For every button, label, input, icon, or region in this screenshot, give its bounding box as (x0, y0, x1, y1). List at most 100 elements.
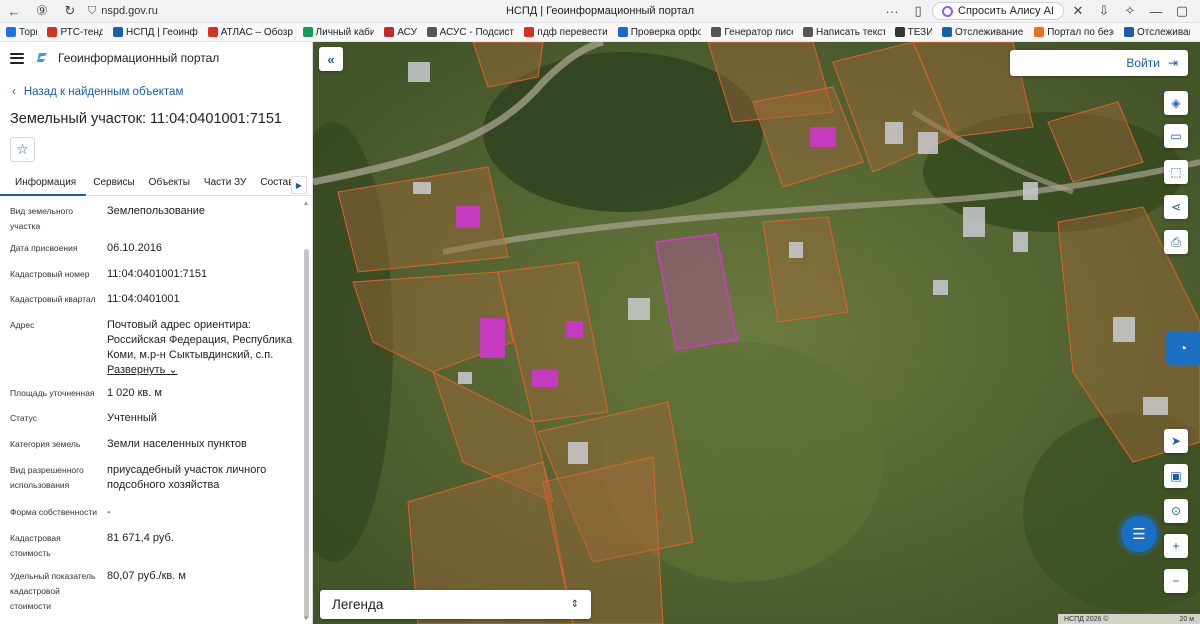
assistant-tab[interactable]: ◔ (1165, 331, 1200, 365)
info-panel: Геоинформационный портал ‹ Назад к найде… (0, 42, 313, 624)
back-arrow-icon[interactable]: ← (0, 0, 28, 23)
scroll-down-icon[interactable]: ▼ (303, 616, 309, 622)
more-icon[interactable]: ··· (880, 0, 904, 23)
bookmark-item[interactable]: АТЛАС – Обозрев... (207, 27, 293, 38)
double-chevron-left-icon: « (327, 51, 335, 67)
attribute-label: Дата присвоения (10, 243, 78, 253)
bookmarks-bar: Торги РТС-тендер НСПД | Геоинфор... АТЛАС –… (0, 23, 1200, 42)
bookmark-item[interactable]: РТС-тендер (47, 27, 103, 38)
minus-icon: − (1172, 574, 1180, 588)
alice-button[interactable]: Спросить Алису AI (932, 2, 1064, 20)
location-pin-icon: ⊙ (1170, 504, 1182, 518)
attribute-value: 11:04:0401001 (107, 293, 180, 305)
page-title: Земельный участок: 11:04:0401001:7151 (10, 111, 282, 127)
bookmark-item[interactable]: Отслеживание (1124, 27, 1190, 38)
bookmark-favicon-icon (894, 27, 905, 37)
bookmark-favicon-icon (384, 27, 395, 37)
attribute-label: Кадастровый номер (10, 269, 90, 279)
puzzle-icon[interactable]: ✧ (1118, 0, 1142, 23)
map-view[interactable]: « Войти ⇥ ◈ ▭ ⬚ ⋖ ⎙ ◔ ➤ ▣ ⊙ + − ☰ Легенд… (313, 42, 1200, 624)
bookmark-item[interactable]: Генератор писем... (711, 27, 793, 38)
basemap-button[interactable]: ▣ (1164, 464, 1188, 488)
maximize-icon[interactable]: ▢ (1170, 0, 1194, 23)
chevron-updown-icon: ⇕ (570, 599, 579, 610)
panel-scrollbar[interactable]: ▲ ▼ (302, 199, 311, 624)
legend-dropdown[interactable]: Легенда ⇕ (320, 590, 591, 619)
bookmark-label: Генератор писем... (724, 26, 793, 38)
tab-objects[interactable]: Объекты (142, 174, 197, 196)
tab-info[interactable]: Информация (0, 174, 87, 196)
chevron-left-icon: ‹ (12, 86, 16, 98)
tab-services[interactable]: Сервисы (86, 174, 141, 196)
bookmark-item[interactable]: НСПД | Геоинфор... (113, 27, 198, 38)
zoom-in-button[interactable]: + (1164, 534, 1188, 558)
layers-button[interactable]: ◈ (1164, 91, 1188, 115)
address-bar[interactable]: ⛉ nspd.gov.ru (88, 5, 388, 18)
location-pin-button[interactable]: ⊙ (1164, 499, 1188, 523)
bookmark-item[interactable]: Портал по безоп... (1034, 27, 1114, 38)
bookmark-item[interactable]: АСУС (384, 27, 417, 38)
address-text: nspd.gov.ru (101, 5, 158, 17)
minimize-icon[interactable]: — (1144, 0, 1168, 23)
attribute-label: Кадастровая стоимость (10, 533, 61, 558)
expand-link[interactable]: Развернуть ⌄ (107, 363, 299, 378)
expand-link-label: Развернуть (107, 364, 166, 376)
extension-icon[interactable]: ✕ (1066, 0, 1090, 23)
bookmark-favicon-icon (942, 27, 953, 37)
collapse-panel-button[interactable]: « (319, 47, 343, 71)
attribute-label: Кадастровый квартал (10, 294, 96, 304)
attribute-value: 06.10.2016 (107, 242, 163, 254)
back-link[interactable]: ‹ Назад к найденным объектам (12, 86, 183, 98)
bookmark-label: РТС-тендер (60, 26, 103, 38)
bookmark-item[interactable]: Отслеживание от... (942, 27, 1024, 38)
star-icon: ☆ (16, 141, 29, 157)
download-icon[interactable]: ⇩ (1092, 0, 1116, 23)
tab-parts[interactable]: Части ЗУ (197, 174, 253, 196)
login-button[interactable]: Войти ⇥ (1010, 50, 1188, 76)
bookmark-label: АСУС - Подсистем... (439, 26, 515, 38)
select-area-button[interactable]: ⬚ (1164, 160, 1188, 184)
yandex-icon[interactable]: ⑨ (28, 0, 56, 23)
chat-button[interactable]: ☰ (1121, 516, 1157, 552)
bookmark-item[interactable]: ТЕЗИС (894, 27, 932, 38)
bookmark-item[interactable]: Проверка орфогр... (617, 27, 701, 38)
geolocation-button[interactable]: ➤ (1164, 429, 1188, 453)
navigation-arrow-icon: ➤ (1170, 434, 1182, 448)
satellite-map[interactable] (313, 42, 1200, 624)
back-link-label: Назад к найденным объектам (23, 86, 184, 98)
alice-label: Спросить Алису AI (958, 5, 1054, 17)
scroll-up-icon[interactable]: ▲ (303, 201, 309, 207)
ruler-button[interactable]: ▭ (1164, 124, 1188, 148)
reload-icon[interactable]: ↻ (56, 0, 84, 23)
zoom-out-button[interactable]: − (1164, 569, 1188, 593)
share-button[interactable]: ⋖ (1164, 195, 1188, 219)
print-button[interactable]: ⎙ (1164, 230, 1188, 254)
map-attribution: НСПД 2026 © 20 м (1058, 614, 1200, 624)
alice-icon (942, 5, 954, 17)
bookmark-label: Отслеживание (1137, 26, 1190, 38)
attribute-label: Удельный показатель кадастровой стоимост… (10, 571, 96, 611)
bookmark-icon[interactable]: ▯ (906, 0, 930, 23)
bookmark-item[interactable]: Написать текст о... (803, 27, 885, 38)
bookmark-item[interactable]: Торги (6, 27, 37, 38)
bookmark-favicon-icon (426, 27, 437, 37)
bookmark-favicon-icon (1034, 27, 1045, 37)
bookmark-favicon-icon (617, 27, 628, 37)
bookmark-item[interactable]: Личный кабинет (302, 27, 374, 38)
attribute-label: Вид разрешенного использования (10, 465, 84, 490)
bookmark-item[interactable]: АСУС - Подсистем... (426, 26, 515, 38)
shield-icon: ⛉ (88, 4, 97, 17)
bookmark-favicon-icon (1124, 27, 1135, 37)
tabs-scroll-right-button[interactable]: ▶ (291, 176, 307, 194)
attribute-value: 1 020 кв. м (107, 387, 162, 399)
attribute-label: Категория земель (10, 439, 81, 449)
bookmark-item[interactable]: пдф перевести в ... (524, 27, 608, 38)
share-icon: ⋖ (1170, 200, 1182, 214)
favorite-button[interactable]: ☆ (10, 137, 35, 162)
bookmark-favicon-icon (302, 27, 313, 37)
attribute-value: Почтовый адрес ориентира: Российская Фед… (107, 319, 293, 361)
attribute-value: 81 671,4 руб. (107, 532, 174, 544)
menu-icon[interactable] (10, 52, 24, 64)
scrollbar-thumb[interactable] (304, 249, 309, 619)
login-label: Войти (1126, 56, 1160, 70)
